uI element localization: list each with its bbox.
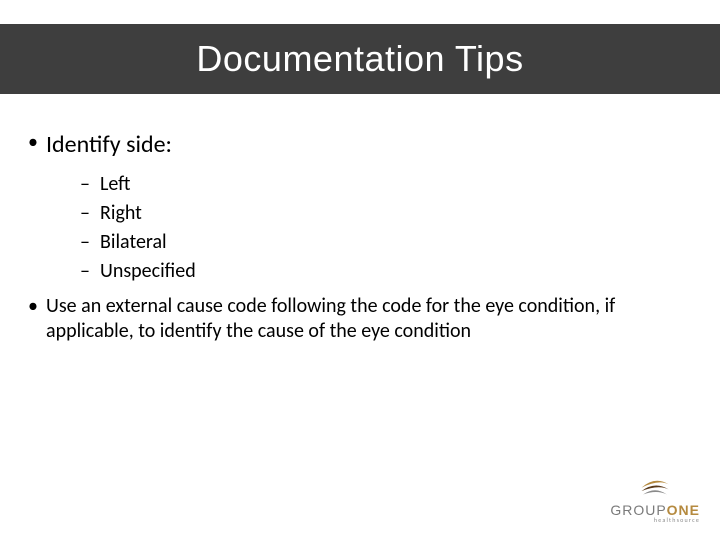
bullet-external-cause: Use an external cause code following the… [24, 294, 696, 344]
subbullet-unspecified: Unspecified [80, 259, 696, 284]
bullet-text: Identify side: [46, 130, 172, 159]
subbullet-right: Right [80, 201, 696, 226]
bullet-list-level1: Identify side: Left Right Bilateral Unsp… [24, 130, 696, 344]
logo: GROUPONE healthsource [610, 472, 700, 524]
bullet-identify-side: Identify side: Left Right Bilateral Unsp… [24, 130, 696, 284]
bullet-list-level2: Left Right Bilateral Unspecified [46, 172, 696, 284]
logo-swirl-icon [638, 472, 672, 500]
content-area: Identify side: Left Right Bilateral Unsp… [24, 130, 696, 354]
subbullet-bilateral: Bilateral [80, 230, 696, 255]
subbullet-left: Left [80, 172, 696, 197]
title-bar: Documentation Tips [0, 24, 720, 94]
slide-title: Documentation Tips [196, 38, 523, 80]
slide: Documentation Tips Identify side: Left R… [0, 0, 720, 540]
